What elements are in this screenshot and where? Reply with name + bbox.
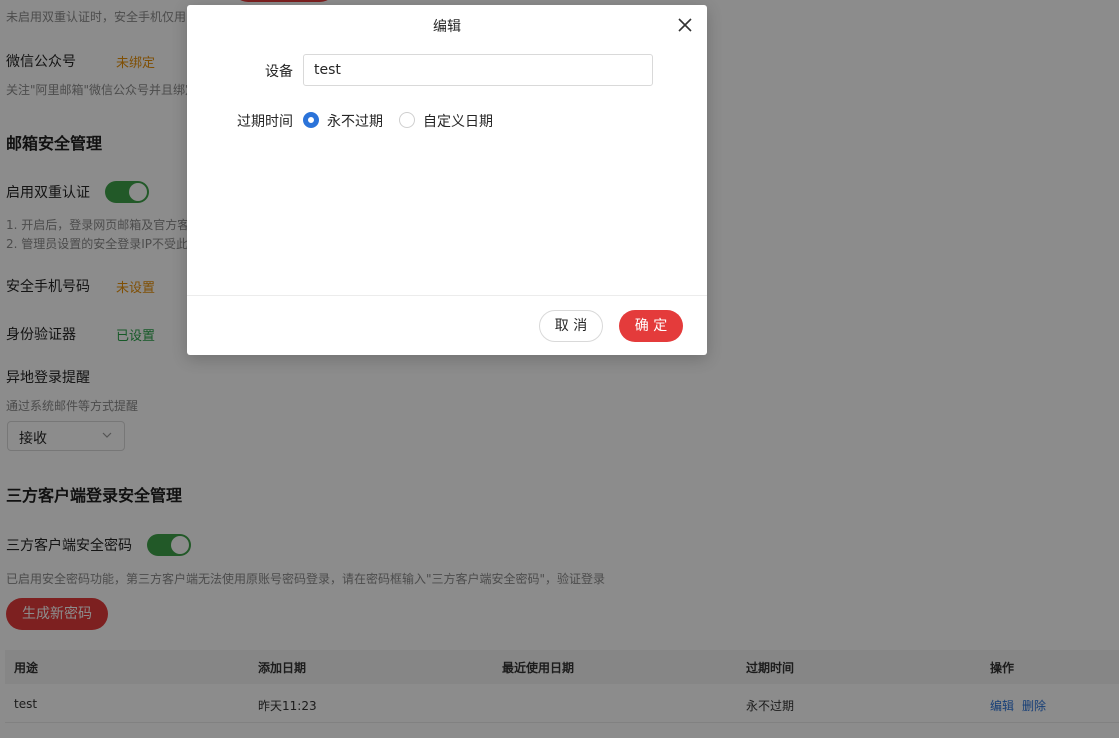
cancel-button[interactable]: 取 消 [539,310,603,342]
dialog-title: 编辑 [433,19,461,35]
radio-custom-date[interactable] [399,112,415,128]
dialog-footer-divider [187,295,707,296]
expiry-label: 过期时间 [237,114,293,130]
radio-custom-date-label[interactable]: 自定义日期 [423,111,493,131]
radio-never-expire[interactable] [303,112,319,128]
device-input[interactable] [303,54,653,86]
edit-dialog: 编辑 设备 过期时间 永不过期 自定义日期 取 消 确 定 [187,5,707,355]
radio-never-expire-label[interactable]: 永不过期 [327,111,383,131]
device-label: 设备 [265,64,293,80]
security-settings-page: 未启用双重认证时，安全手机仅用 微信公众号 未绑定 关注"阿里邮箱"微信公众号并… [0,0,1119,738]
confirm-button[interactable]: 确 定 [619,310,683,342]
close-icon[interactable] [677,17,693,33]
